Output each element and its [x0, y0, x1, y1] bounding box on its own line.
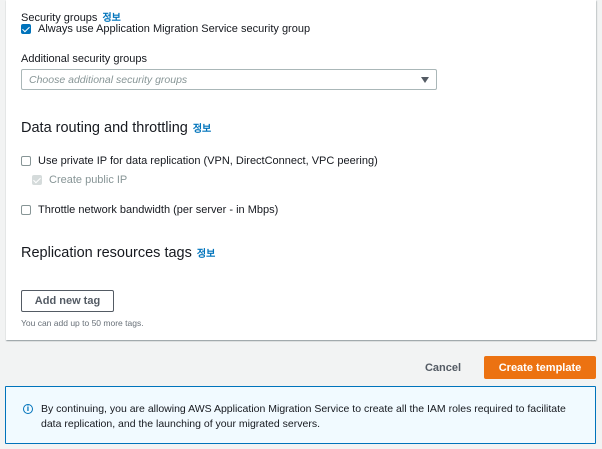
routing-heading: Data routing and throttling 정보: [21, 120, 211, 136]
throttle-label: Throttle network bandwidth (per server -…: [38, 204, 279, 216]
always-use-sg-label: Always use Application Migration Service…: [38, 23, 311, 35]
public-ip-label: Create public IP: [49, 174, 128, 186]
additional-sg-label: Additional security groups: [21, 53, 147, 65]
caret-down-icon: [421, 76, 429, 83]
private-ip-label: Use private IP for data replication (VPN…: [38, 155, 378, 167]
info-alert: i By continuing, you are allowing AWS Ap…: [5, 386, 596, 444]
tags-info-link[interactable]: 정보: [197, 249, 215, 260]
additional-sg-placeholder: Choose additional security groups: [29, 73, 188, 86]
tags-heading: Replication resources tags 정보: [21, 245, 215, 261]
routing-info-link[interactable]: 정보: [193, 124, 211, 135]
public-ip-row: Create public IP: [32, 174, 127, 186]
private-ip-checkbox[interactable]: [21, 156, 31, 166]
create-template-button[interactable]: Create template: [484, 356, 596, 379]
alert-message: By continuing, you are allowing AWS Appl…: [41, 403, 566, 430]
add-new-tag-button[interactable]: Add new tag: [21, 290, 114, 312]
cancel-button[interactable]: Cancel: [418, 357, 468, 379]
tags-title: Replication resources tags: [21, 245, 192, 261]
public-ip-checkbox[interactable]: [32, 175, 42, 185]
always-use-sg-checkbox[interactable]: [21, 24, 31, 34]
additional-sg-select[interactable]: Choose additional security groups: [21, 69, 437, 90]
settings-panel: Security groups 정보 Always use Application…: [6, 0, 596, 340]
throttle-row: Throttle network bandwidth (per server -…: [21, 204, 278, 216]
throttle-checkbox[interactable]: [21, 205, 31, 215]
private-ip-row: Use private IP for data replication (VPN…: [21, 155, 378, 167]
info-icon: i: [23, 404, 33, 414]
routing-title: Data routing and throttling: [21, 120, 188, 136]
security-groups-heading: Security groups 정보: [21, 9, 121, 24]
always-use-sg-row: Always use Application Migration Service…: [21, 23, 310, 35]
tags-hint: You can add up to 50 more tags.: [21, 318, 144, 328]
